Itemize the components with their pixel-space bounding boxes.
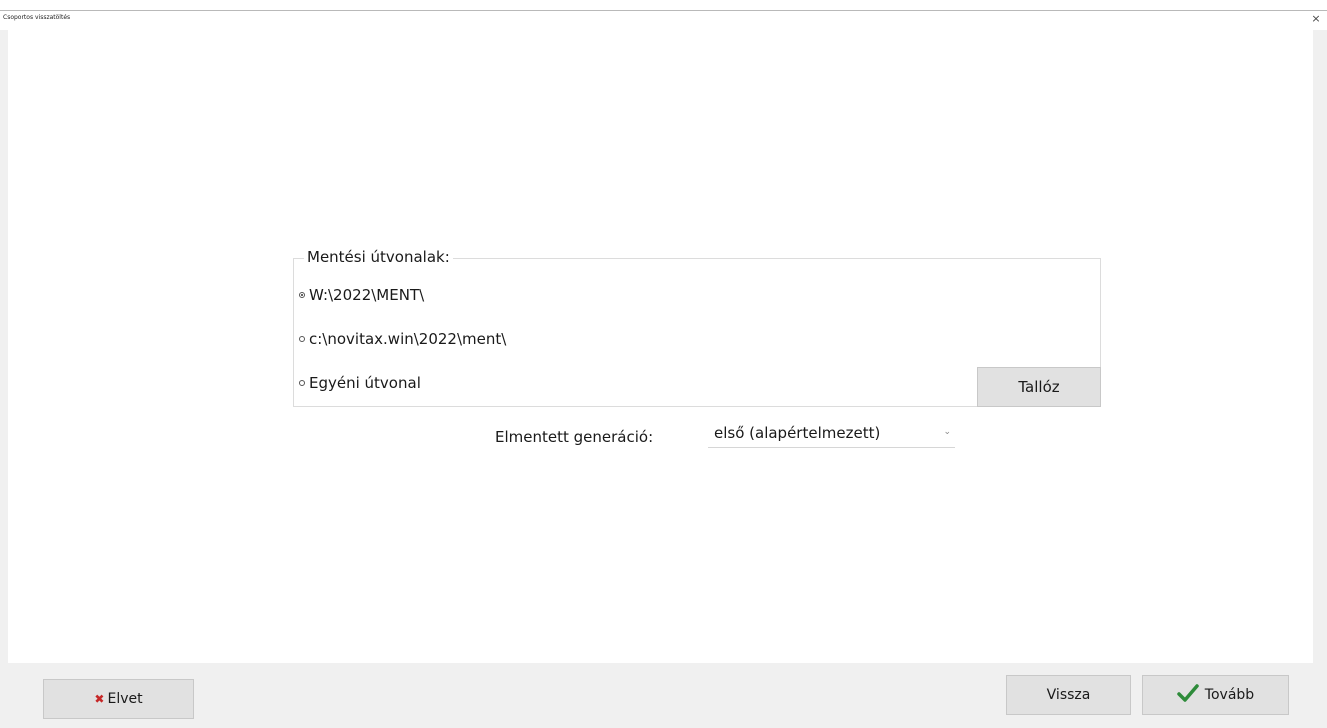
- left-edge: [0, 30, 8, 663]
- title-bar: Csoportos visszatöltés ×: [0, 10, 1327, 30]
- right-edge: [1313, 30, 1327, 663]
- paths-group-legend: Mentési útvonalak:: [304, 248, 453, 266]
- radio-label: c:\novitax.win\2022\ment\: [309, 330, 507, 348]
- window-title: Csoportos visszatöltés: [3, 14, 71, 21]
- radio-checked-icon: [299, 292, 305, 298]
- radio-custom-path[interactable]: Egyéni útvonal: [299, 372, 421, 394]
- discard-button[interactable]: ✖ Elvet: [43, 679, 194, 719]
- radio-unchecked-icon: [299, 336, 305, 342]
- dialog-window: Csoportos visszatöltés × Mentési útvonal…: [0, 0, 1327, 728]
- checkmark-icon: [1177, 684, 1199, 706]
- next-button-label: Tovább: [1204, 687, 1255, 703]
- generation-label: Elmentett generáció:: [495, 428, 654, 446]
- chevron-down-icon: ⌄: [943, 427, 951, 437]
- top-strip: [0, 0, 1327, 10]
- radio-unchecked-icon: [299, 380, 305, 386]
- radio-path-w-ment[interactable]: W:\2022\MENT\: [299, 284, 424, 306]
- close-icon[interactable]: ×: [1309, 12, 1323, 26]
- back-button[interactable]: Vissza: [1006, 675, 1131, 715]
- radio-label: Egyéni útvonal: [309, 374, 421, 392]
- discard-button-label: Elvet: [107, 691, 143, 707]
- next-button[interactable]: Tovább: [1142, 675, 1289, 715]
- radio-path-c-novitax[interactable]: c:\novitax.win\2022\ment\: [299, 328, 506, 350]
- radio-label: W:\2022\MENT\: [309, 286, 425, 304]
- close-icon: ✖: [94, 692, 105, 706]
- generation-dropdown[interactable]: első (alapértelmezett) ⌄: [708, 420, 955, 448]
- browse-button[interactable]: Tallóz: [977, 367, 1101, 407]
- generation-selected-value: első (alapértelmezett): [714, 424, 881, 442]
